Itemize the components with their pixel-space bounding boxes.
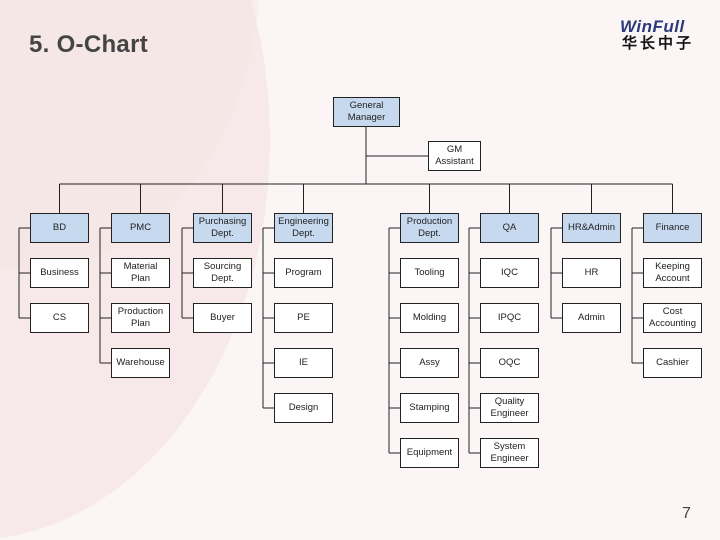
sub-unit-box: IQC bbox=[480, 258, 539, 288]
sub-unit-box: Tooling bbox=[400, 258, 459, 288]
general-manager-box: General Manager bbox=[333, 97, 400, 127]
department-box: Engineering Dept. bbox=[274, 213, 333, 243]
sub-unit-box: OQC bbox=[480, 348, 539, 378]
sub-unit-box: Stamping bbox=[400, 393, 459, 423]
gm-assistant-box: GM Assistant bbox=[428, 141, 481, 171]
sub-unit-box: Equipment bbox=[400, 438, 459, 468]
sub-unit-box: Admin bbox=[562, 303, 621, 333]
sub-unit-box: Production Plan bbox=[111, 303, 170, 333]
sub-unit-box: Business bbox=[30, 258, 89, 288]
sub-unit-box: Sourcing Dept. bbox=[193, 258, 252, 288]
sub-unit-box: Design bbox=[274, 393, 333, 423]
sub-unit-box: IE bbox=[274, 348, 333, 378]
sub-unit-box: PE bbox=[274, 303, 333, 333]
department-box: BD bbox=[30, 213, 89, 243]
sub-unit-box: Warehouse bbox=[111, 348, 170, 378]
sub-unit-box: HR bbox=[562, 258, 621, 288]
sub-unit-box: CS bbox=[30, 303, 89, 333]
department-box: Finance bbox=[643, 213, 702, 243]
sub-unit-box: Program bbox=[274, 258, 333, 288]
department-box: PMC bbox=[111, 213, 170, 243]
sub-unit-box: IPQC bbox=[480, 303, 539, 333]
department-box: QA bbox=[480, 213, 539, 243]
sub-unit-box: Cost Accounting bbox=[643, 303, 702, 333]
sub-unit-box: Material Plan bbox=[111, 258, 170, 288]
department-box: Production Dept. bbox=[400, 213, 459, 243]
department-box: Purchasing Dept. bbox=[193, 213, 252, 243]
sub-unit-box: Buyer bbox=[193, 303, 252, 333]
page-number: 7 bbox=[682, 505, 691, 522]
sub-unit-box: Quality Engineer bbox=[480, 393, 539, 423]
sub-unit-box: System Engineer bbox=[480, 438, 539, 468]
department-box: HR&Admin bbox=[562, 213, 621, 243]
sub-unit-box: Assy bbox=[400, 348, 459, 378]
sub-unit-box: Molding bbox=[400, 303, 459, 333]
sub-unit-box: Keeping Account bbox=[643, 258, 702, 288]
sub-unit-box: Cashier bbox=[643, 348, 702, 378]
